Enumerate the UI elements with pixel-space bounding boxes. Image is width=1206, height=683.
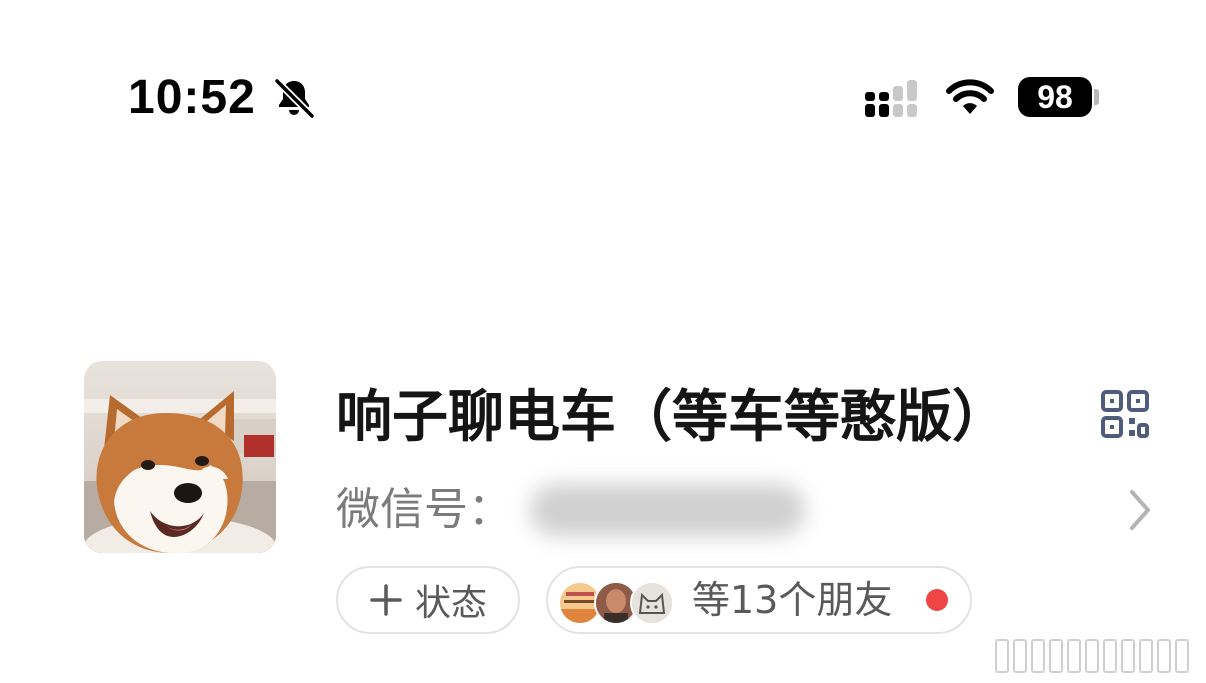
status-button[interactable]: 状态 (336, 566, 520, 634)
friends-status-button[interactable]: 等13个朋友 (546, 566, 972, 634)
watermark-logo (995, 639, 1189, 673)
battery-icon: 98 (1018, 77, 1092, 117)
plus-icon (370, 584, 402, 616)
friend-avatar (630, 581, 674, 625)
battery-cap (1094, 89, 1099, 105)
status-time: 10:52 (128, 71, 256, 124)
profile-avatar[interactable] (84, 361, 276, 553)
shiba-inu-avatar (84, 361, 276, 553)
wifi-icon (946, 79, 994, 114)
qr-code-icon[interactable] (1100, 389, 1150, 439)
unread-dot (926, 589, 948, 611)
bell-off-icon (273, 77, 316, 120)
wechat-id-value-blurred (530, 484, 805, 536)
chevron-right-icon[interactable] (1124, 488, 1156, 532)
wechat-profile-screen: 10:52 98 响子聊电车（等车等憨版） 微信号： 状态 等13个朋友 (0, 0, 1206, 683)
profile-nickname: 响子聊电车（等车等憨版） (336, 385, 1008, 450)
status-label: 状态 (414, 583, 487, 624)
friends-count-label: 等13个朋友 (692, 578, 893, 622)
cellular-signal-icon (865, 80, 917, 117)
wechat-id-label: 微信号： (336, 484, 512, 535)
